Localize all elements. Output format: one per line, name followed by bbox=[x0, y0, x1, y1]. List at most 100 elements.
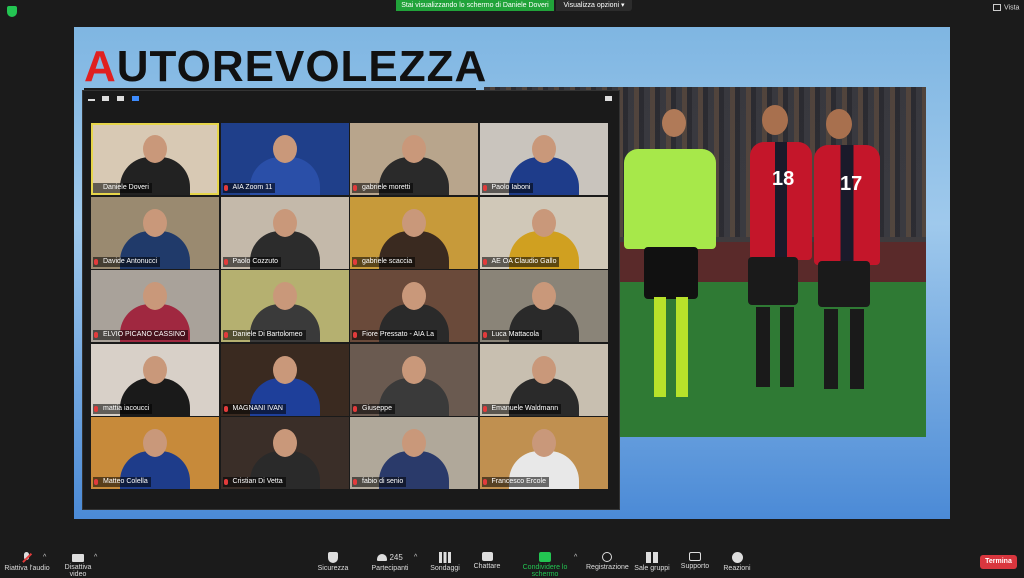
security-shield-icon[interactable] bbox=[7, 6, 17, 17]
slide-title: AUTOREVOLEZZA bbox=[84, 42, 487, 92]
participants-label: Partecipanti bbox=[371, 565, 409, 572]
participant-name: Luca Mattacola bbox=[481, 330, 542, 340]
muted-mic-icon bbox=[482, 479, 487, 485]
participant-name: fabio di senio bbox=[352, 477, 407, 487]
participant-tile[interactable]: Paolo Cozzuto bbox=[220, 196, 349, 269]
player2-number: 17 bbox=[840, 173, 863, 195]
participant-tile[interactable]: Giuseppe bbox=[350, 343, 478, 416]
participant-name: gabriele moretti bbox=[352, 183, 414, 193]
security-button[interactable]: Sicurezza bbox=[313, 548, 353, 576]
player2-shorts bbox=[818, 261, 870, 307]
participant-name: Davide Antonucci bbox=[93, 256, 161, 267]
participant-tile[interactable]: Davide Antonucci bbox=[91, 196, 219, 269]
share-screen-button[interactable]: Condividere lo schermo bbox=[509, 548, 581, 578]
muted-mic-icon bbox=[482, 405, 487, 412]
speaker-view-icon[interactable] bbox=[117, 96, 124, 101]
muted-mic-icon bbox=[482, 332, 487, 338]
referee-shorts bbox=[644, 247, 698, 299]
unmute-button[interactable]: Riattiva l'audio bbox=[4, 548, 50, 576]
participant-video-head bbox=[143, 208, 167, 237]
polls-button[interactable]: Sondaggi bbox=[428, 548, 462, 576]
participant-video-head bbox=[272, 429, 297, 457]
participant-tile[interactable]: AE OA Claudio Gallo bbox=[479, 196, 608, 269]
muted-mic-icon bbox=[353, 332, 357, 338]
participant-tile[interactable]: Matteo Colella bbox=[91, 417, 219, 489]
end-meeting-button[interactable]: Termina bbox=[980, 555, 1017, 569]
view-options-label: Visualizza opzioni bbox=[563, 2, 620, 9]
participants-count: 245 bbox=[389, 553, 403, 562]
participant-tile[interactable]: gabriele scaccia bbox=[350, 196, 478, 269]
participant-tile[interactable]: Cristian Di Vetta bbox=[220, 417, 349, 489]
participant-tile[interactable]: Daniele Doveri bbox=[91, 123, 219, 195]
muted-mic-icon bbox=[353, 185, 357, 191]
participant-tile[interactable]: mattia iacoucci bbox=[91, 343, 219, 416]
audio-options-caret-icon[interactable]: ^ bbox=[43, 554, 46, 561]
top-bar: Stai visualizzando lo schermo di Daniele… bbox=[0, 0, 1024, 26]
reactions-button[interactable]: Reazioni bbox=[721, 548, 753, 576]
participant-tile[interactable]: Paolo Iaboni bbox=[479, 123, 608, 195]
participant-name: Paolo Iaboni bbox=[481, 183, 534, 193]
participant-tile[interactable]: Luca Mattacola bbox=[479, 270, 608, 342]
muted-mic-icon bbox=[353, 479, 357, 485]
participant-tile[interactable]: Fiore Pressato - AIA La bbox=[350, 270, 478, 342]
participant-video-head bbox=[531, 355, 556, 384]
record-label: Registrazione bbox=[586, 564, 629, 571]
participant-name: AE OA Claudio Gallo bbox=[481, 256, 560, 267]
participant-tile[interactable]: Emanuele Waldmann bbox=[479, 343, 608, 416]
support-icon bbox=[689, 552, 701, 561]
muted-mic-icon bbox=[353, 405, 357, 412]
breakout-rooms-button[interactable]: Sale gruppi bbox=[634, 548, 670, 576]
slide-title-first-letter: A bbox=[84, 42, 117, 91]
meeting-toolbar: Riattiva l'audio ^ Disattiva video ^ Sic… bbox=[0, 548, 1024, 578]
view-button[interactable]: Vista bbox=[993, 4, 1019, 11]
participants-caret-icon[interactable]: ^ bbox=[414, 554, 417, 561]
participant-name: Cristian Di Vetta bbox=[222, 477, 286, 487]
muted-mic-icon bbox=[223, 258, 228, 265]
referee-sock-left bbox=[654, 297, 666, 397]
participant-name: Emanuele Waldmann bbox=[481, 403, 562, 414]
smiley-icon bbox=[731, 552, 743, 563]
participant-tile[interactable]: Daniele Di Bartolomeo bbox=[220, 270, 349, 342]
participant-name: Giuseppe bbox=[352, 403, 395, 414]
support-button[interactable]: Supporto bbox=[678, 548, 712, 576]
participant-video-head bbox=[531, 135, 556, 163]
player2-shirt: 17 bbox=[814, 145, 880, 265]
referee-sock-right bbox=[676, 297, 688, 397]
participant-name: Daniele Doveri bbox=[93, 183, 152, 193]
view-options-button[interactable]: Visualizza opzioni ▾ bbox=[556, 0, 632, 11]
muted-mic-icon bbox=[223, 405, 228, 412]
chevron-down-icon: ▾ bbox=[620, 2, 625, 9]
participants-button[interactable]: 245 Partecipanti bbox=[368, 548, 412, 576]
muted-mic-icon bbox=[94, 258, 98, 265]
player1-number: 18 bbox=[772, 168, 795, 190]
participant-video-head bbox=[402, 135, 426, 163]
polls-label: Sondaggi bbox=[430, 565, 460, 572]
participant-video-head bbox=[143, 429, 167, 457]
participant-tile[interactable]: gabriele moretti bbox=[350, 123, 478, 195]
participant-tile[interactable]: ELVIO PICANO CASSINO bbox=[91, 270, 219, 342]
security-label: Sicurezza bbox=[317, 565, 349, 572]
player1-shorts bbox=[748, 257, 798, 305]
participant-tile[interactable]: AIA Zoom 11 bbox=[220, 123, 349, 195]
muted-mic-icon bbox=[223, 332, 228, 338]
player1-head bbox=[762, 105, 788, 135]
participant-name: Paolo Cozzuto bbox=[222, 256, 282, 267]
stop-video-button[interactable]: Disattiva video bbox=[56, 548, 100, 578]
exit-fullscreen-icon[interactable] bbox=[605, 96, 612, 101]
thumbnail-view-icon[interactable] bbox=[102, 96, 109, 101]
reactions-label: Reazioni bbox=[723, 565, 751, 572]
player2-sock-left bbox=[824, 309, 838, 389]
video-options-caret-icon[interactable]: ^ bbox=[94, 554, 97, 561]
participant-tile[interactable]: Francesco Ercole bbox=[479, 417, 608, 489]
participant-tile[interactable]: fabio di senio bbox=[350, 417, 478, 489]
participant-name: Daniele Di Bartolomeo bbox=[222, 330, 306, 340]
unmute-label: Riattiva l'audio bbox=[4, 565, 50, 572]
share-options-caret-icon[interactable]: ^ bbox=[574, 554, 577, 561]
record-button[interactable]: Registrazione bbox=[586, 548, 629, 576]
participant-tile[interactable]: MAGNANI IVAN bbox=[220, 343, 349, 416]
minimize-icon[interactable] bbox=[88, 99, 95, 101]
player1-shirt: 18 bbox=[750, 142, 812, 260]
gallery-grid-icon[interactable] bbox=[132, 96, 139, 101]
participant-video-head bbox=[143, 135, 167, 163]
chat-button[interactable]: Chattare bbox=[471, 548, 503, 576]
